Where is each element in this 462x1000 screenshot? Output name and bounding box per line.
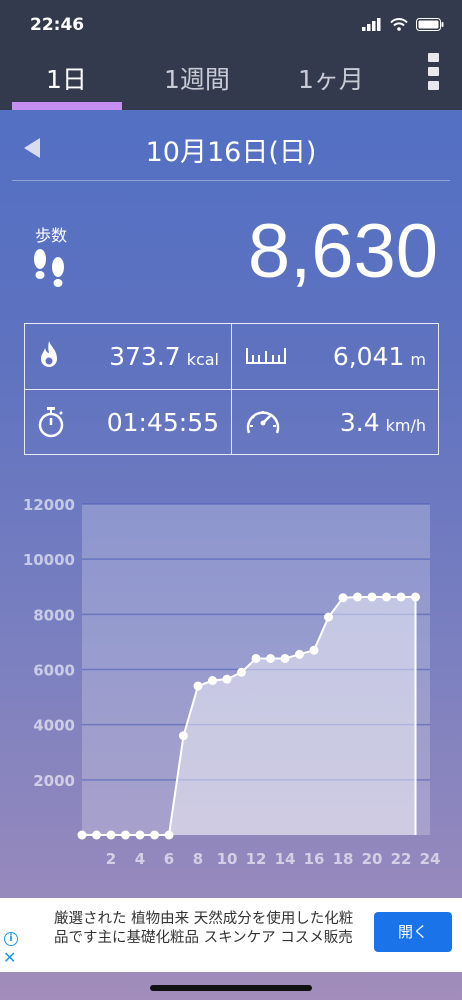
steps-point: [179, 731, 188, 741]
status-icons: [362, 18, 444, 31]
steps-point: [222, 674, 232, 684]
x-tick-label: 22: [391, 850, 412, 868]
y-tick-label: 4000: [33, 717, 75, 735]
y-tick-label: 10000: [23, 551, 75, 569]
speedometer-icon: [246, 411, 280, 434]
more-menu-icon[interactable]: [428, 53, 440, 90]
status-bar: 22:46: [0, 0, 462, 50]
x-tick-label: 14: [275, 850, 296, 868]
ad-banner[interactable]: i ✕ 厳選された 植物由来 天然成分を使用した化粧品です主に基礎化粧品 スキン…: [0, 898, 462, 972]
steps-label: 歩数: [35, 226, 68, 245]
steps-value: 8,630: [247, 209, 438, 294]
wifi-icon: [390, 18, 408, 31]
steps-point: [367, 592, 377, 602]
steps-point: [251, 653, 261, 663]
steps-point: [150, 830, 159, 840]
steps-point: [338, 593, 348, 603]
speed-value: 3.4: [339, 408, 380, 437]
steps-point: [411, 592, 420, 602]
distance-value: 6,041: [332, 342, 405, 371]
steps-chart: 2000 4000 6000 8000 10000 12000 2 4 6 8 10 12 14 16 18…: [0, 490, 462, 880]
x-tick-label: 12: [246, 850, 267, 868]
x-tick-label: 20: [362, 850, 383, 868]
distance-unit: m: [410, 350, 426, 369]
status-time: 22:46: [30, 15, 85, 35]
x-tick-label: 16: [304, 850, 325, 868]
calories-cell: 373.7 kcal: [25, 324, 231, 389]
speed-unit: km/h: [385, 416, 426, 435]
date-navigator: 10月16日(日): [0, 112, 462, 180]
y-tick-label: 2000: [33, 772, 75, 790]
steps-point: [106, 830, 116, 840]
steps-point: [396, 592, 406, 602]
active-tab-indicator: [12, 102, 122, 110]
x-tick-label: 4: [135, 850, 145, 868]
calories-value: 373.7: [109, 342, 181, 371]
battery-icon: [416, 18, 444, 31]
stopwatch-icon: [38, 407, 64, 438]
duration-cell: 01:45:55: [25, 390, 231, 455]
steps-point: [135, 830, 145, 840]
steps-point: [309, 645, 319, 655]
x-tick-label: 24: [420, 850, 441, 868]
calories-unit: kcal: [186, 350, 219, 369]
x-tick-label: 10: [217, 850, 238, 868]
steps-point: [382, 592, 391, 602]
ruler-icon: [246, 348, 286, 364]
tab-month[interactable]: 1ヶ月: [298, 60, 364, 96]
steps-point: [295, 649, 304, 659]
flame-icon: [41, 341, 57, 367]
footprints-icon: [34, 249, 64, 287]
y-tick-label: 8000: [33, 606, 75, 624]
stats-grid: 373.7 kcal 6,041 m 01:45:55 3.4 km/h: [24, 323, 439, 455]
duration-value: 01:45:55: [106, 408, 219, 437]
ad-open-button[interactable]: 開く: [374, 912, 452, 952]
date-label: 10月16日(日): [145, 137, 317, 168]
steps-point: [193, 681, 203, 691]
x-tick-label: 2: [106, 850, 116, 868]
speed-cell: 3.4 km/h: [232, 390, 438, 455]
divider: [12, 180, 450, 181]
signal-icon: [362, 18, 381, 31]
steps-point: [280, 653, 290, 663]
ad-info-icon[interactable]: i: [4, 932, 18, 946]
steps-chart-svg: 200040006000800010000120002 4 6 8 10 12 14 16 18…: [23, 496, 441, 868]
x-tick-label: 6: [164, 850, 174, 868]
steps-point: [353, 592, 362, 602]
steps-point: [164, 830, 174, 840]
steps-point: [92, 830, 101, 840]
tab-bar: 1日 1週間 1ヶ月: [0, 50, 462, 110]
ad-text: 厳選された 植物由来 天然成分を使用した化粧品です主に基礎化粧品 スキンケア コ…: [54, 911, 354, 946]
steps-point: [266, 653, 275, 663]
steps-point: [324, 612, 333, 622]
steps-point: [77, 830, 87, 840]
tab-day[interactable]: 1日: [46, 60, 87, 96]
distance-cell: 6,041 m: [232, 324, 438, 389]
home-indicator[interactable]: [150, 985, 312, 991]
y-tick-label: 12000: [23, 496, 75, 514]
steps-point: [121, 830, 130, 840]
tab-week[interactable]: 1週間: [164, 60, 230, 96]
x-tick-label: 8: [193, 850, 203, 868]
ad-close-icon[interactable]: ✕: [3, 948, 16, 967]
x-tick-label: 18: [333, 850, 354, 868]
steps-point: [237, 667, 246, 677]
y-tick-label: 6000: [33, 662, 75, 680]
steps-point: [208, 676, 217, 686]
